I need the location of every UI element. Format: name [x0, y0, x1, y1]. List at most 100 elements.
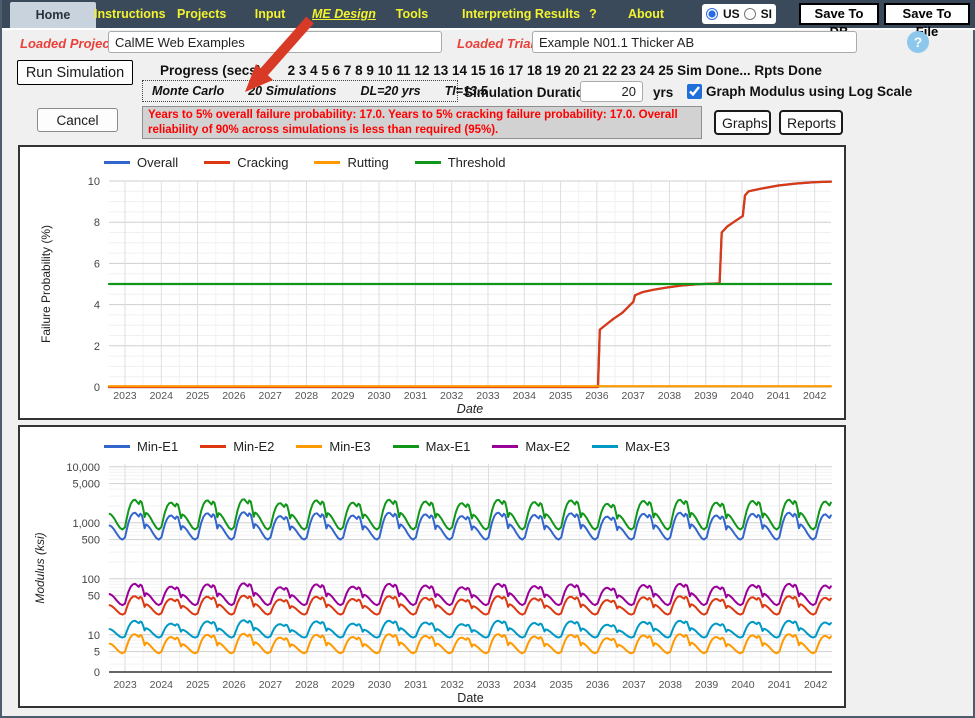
monte-carlo-label: Monte Carlo [152, 84, 224, 98]
loaded-project-input[interactable] [108, 31, 442, 53]
cancel-button[interactable]: Cancel [37, 108, 118, 132]
legend-item-max-e1: Max-E1 [393, 439, 471, 454]
loaded-project-label: Loaded Project: [20, 36, 118, 51]
tab-home[interactable]: Home [10, 2, 96, 28]
run-simulation-button[interactable]: Run Simulation [17, 60, 133, 85]
svg-text:2040: 2040 [731, 679, 755, 691]
legend-item-threshold: Threshold [415, 155, 506, 170]
legend-item-cracking: Cracking [204, 155, 288, 170]
us-radio[interactable] [706, 8, 718, 20]
tab-help[interactable]: ? [585, 0, 601, 28]
simulation-duration-input[interactable] [580, 81, 643, 102]
svg-text:2028: 2028 [295, 679, 319, 691]
log-scale-checkbox[interactable] [687, 84, 702, 99]
rutting-swatch [314, 161, 340, 164]
svg-text:0: 0 [94, 667, 100, 679]
svg-text:2036: 2036 [586, 679, 610, 691]
cracking-swatch [204, 161, 230, 164]
svg-text:2039: 2039 [695, 679, 719, 691]
svg-text:50: 50 [88, 591, 100, 603]
duration-units-label: yrs [653, 85, 673, 100]
help-icon[interactable]: ? [907, 31, 929, 53]
design-life: DL=20 yrs [360, 84, 420, 98]
failure-probability-chart: 0246810202320242025202620272028202920302… [18, 145, 846, 420]
loaded-trial-input[interactable] [532, 31, 857, 53]
svg-text:2030: 2030 [367, 390, 391, 402]
svg-text:Modulus (ksi): Modulus (ksi) [33, 532, 47, 603]
svg-text:500: 500 [82, 535, 100, 547]
svg-text:2037: 2037 [621, 390, 645, 402]
tab-interpreting-results[interactable]: Interpreting Results [462, 0, 562, 28]
svg-text:2026: 2026 [222, 679, 246, 691]
svg-text:2025: 2025 [186, 679, 210, 691]
max-e1-swatch [393, 445, 419, 448]
svg-text:2029: 2029 [331, 679, 355, 691]
failure-probability-plot: 0246810202320242025202620272028202920302… [20, 147, 844, 418]
legend-label: Min-E2 [233, 439, 274, 454]
svg-text:2029: 2029 [331, 390, 355, 402]
svg-text:2035: 2035 [550, 679, 574, 691]
legend-label: Cracking [237, 155, 288, 170]
svg-text:2042: 2042 [803, 390, 827, 402]
svg-text:6: 6 [94, 258, 100, 270]
svg-text:2031: 2031 [404, 390, 428, 402]
reliability-warning: Years to 5% overall failure probability:… [142, 106, 702, 139]
save-to-db-button[interactable]: Save To DB [799, 3, 879, 25]
si-radio-label: SI [761, 7, 772, 21]
legend-item-rutting: Rutting [314, 155, 388, 170]
svg-text:10: 10 [88, 176, 100, 188]
us-radio-label: US [723, 7, 740, 21]
svg-text:2024: 2024 [150, 679, 174, 691]
svg-text:2027: 2027 [259, 679, 283, 691]
legend-item-max-e3: Max-E3 [592, 439, 670, 454]
svg-text:2028: 2028 [295, 390, 319, 402]
svg-text:2025: 2025 [186, 390, 210, 402]
svg-text:2036: 2036 [585, 390, 609, 402]
legend-item-overall: Overall [104, 155, 178, 170]
svg-text:2023: 2023 [113, 390, 137, 402]
legend-item-min-e3: Min-E3 [296, 439, 370, 454]
max-e3-swatch [592, 445, 618, 448]
svg-text:2023: 2023 [113, 679, 137, 691]
overall-swatch [104, 161, 130, 164]
svg-text:2024: 2024 [150, 390, 174, 402]
legend-label: Max-E1 [426, 439, 471, 454]
tab-tools[interactable]: Tools [395, 0, 429, 28]
svg-text:2033: 2033 [477, 679, 501, 691]
legend-label: Max-E3 [625, 439, 670, 454]
min-e2-swatch [200, 445, 226, 448]
modulus-chart-legend: Min-E1 Min-E2 Min-E3 Max-E1 Max-E2 Max-E… [104, 439, 670, 454]
svg-text:2034: 2034 [513, 390, 537, 402]
svg-text:2041: 2041 [768, 679, 792, 691]
monte-carlo-summary: Monte Carlo 20 Simulations DL=20 yrs TI=… [142, 80, 458, 102]
tab-instructions[interactable]: Instructions [94, 0, 146, 28]
svg-text:2035: 2035 [549, 390, 573, 402]
calme-app-window: { "nav": { "items": [ {"label": "Home", … [0, 0, 975, 718]
top-nav-bar: Home Instructions Projects Input ME Desi… [2, 0, 975, 30]
tab-about[interactable]: About [628, 0, 664, 28]
legend-label: Max-E2 [525, 439, 570, 454]
svg-text:2033: 2033 [476, 390, 500, 402]
tab-me-design[interactable]: ME Design [312, 0, 368, 28]
max-e2-swatch [492, 445, 518, 448]
save-to-file-button[interactable]: Save To File [884, 3, 970, 25]
svg-text:2040: 2040 [730, 390, 754, 402]
min-e3-swatch [296, 445, 322, 448]
svg-text:2042: 2042 [804, 679, 828, 691]
graphs-button[interactable]: Graphs [714, 110, 771, 135]
si-radio[interactable] [744, 8, 756, 20]
tab-projects[interactable]: Projects [177, 0, 221, 28]
svg-text:2027: 2027 [258, 390, 282, 402]
svg-text:2037: 2037 [622, 679, 646, 691]
svg-text:2038: 2038 [659, 679, 683, 691]
legend-label: Min-E3 [329, 439, 370, 454]
legend-item-min-e1: Min-E1 [104, 439, 178, 454]
log-scale-option: Graph Modulus using Log Scale [687, 84, 912, 99]
svg-text:8: 8 [94, 217, 100, 229]
tab-input[interactable]: Input [252, 0, 288, 28]
svg-text:100: 100 [82, 574, 100, 586]
reports-button[interactable]: Reports [779, 110, 843, 135]
svg-text:2030: 2030 [368, 679, 392, 691]
svg-text:2038: 2038 [658, 390, 682, 402]
modulus-plot: 10,0005,0001,000500100501050202320242025… [20, 427, 844, 706]
